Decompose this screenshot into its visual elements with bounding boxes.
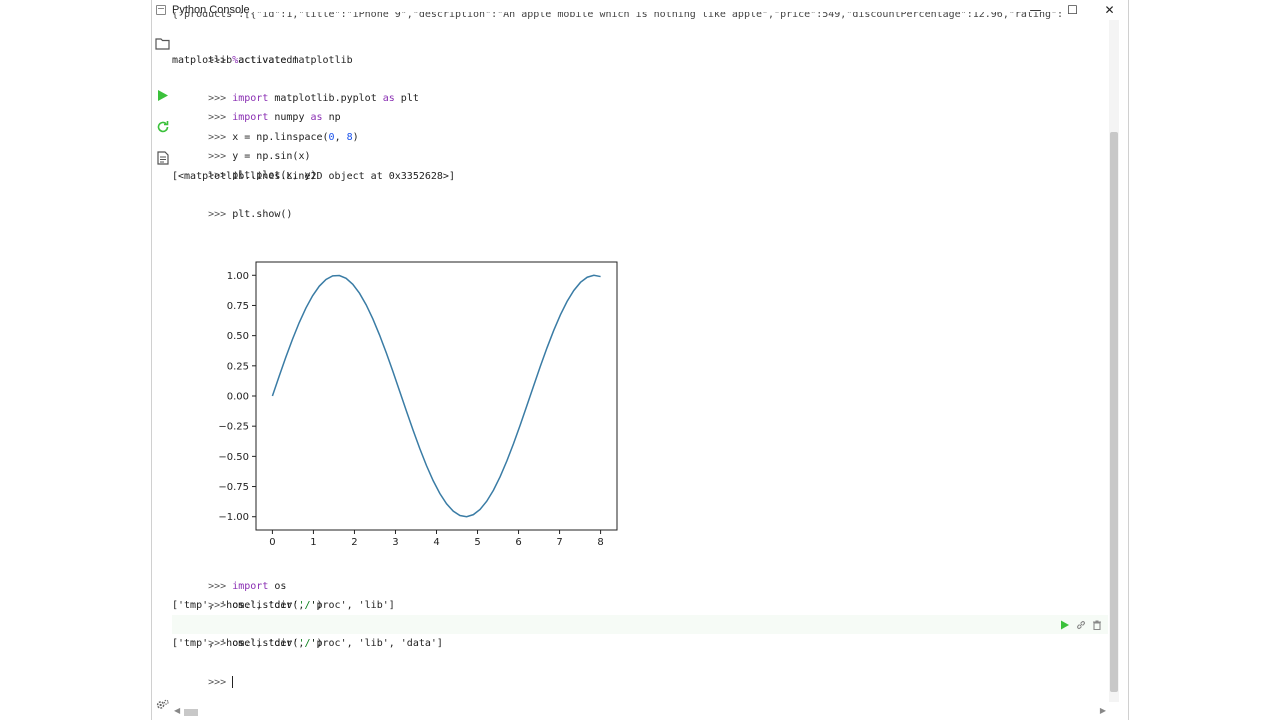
input-line[interactable]: >>> %activate matplotlib [172,32,1108,66]
x-tick-label: 5 [474,537,480,548]
current-input-line[interactable]: >>> [172,654,1108,688]
y-tick-label: −1.00 [218,512,249,523]
y-tick-label: 0.75 [227,301,249,312]
code-text: plt.show() [232,209,293,220]
input-line[interactable]: >>> y = np.sin(x) [172,128,1108,162]
console-output[interactable]: {"products":[{"id":1,"title":"iPhone 9",… [172,12,1108,702]
x-tick-label: 4 [433,537,439,548]
output-line: [<matplotlib.lines.Line2D object at 0x33… [172,171,455,182]
y-tick-label: −0.75 [218,482,249,493]
python-console-window: Python Console — ☐ ✕ {"products":[{"id":… [151,0,1129,720]
text-cursor [232,676,234,688]
horizontal-scrollbar[interactable]: ◀ ▶ [172,706,1108,718]
input-line[interactable]: >>> x = np.linspace(0, 8) [172,109,1108,143]
scroll-right-arrow[interactable]: ▶ [1100,706,1106,715]
row-tools [1092,35,1102,45]
prompt-marker: >>> [208,677,227,688]
input-line[interactable]: >>> import numpy as np [172,89,1108,123]
delete-icon[interactable] [1092,618,1102,631]
link-icon[interactable] [1076,618,1086,629]
run-line-icon[interactable] [1092,35,1102,45]
rerun-icon[interactable] [155,119,170,134]
console-toolbar [152,20,172,720]
sine-chart: 0 1 2 3 4 5 6 7 8 1.00 0.75 0.50 0.25 0.00 −0.25 −0.50 −… [218,261,618,548]
horizontal-scroll-thumb[interactable] [184,709,198,716]
y-tick-label: −0.25 [218,422,249,433]
console-app-icon [156,5,166,15]
input-line[interactable]: >>> import matplotlib.pyplot as plt [172,70,1108,104]
vertical-scrollbar[interactable] [1109,20,1119,702]
input-line[interactable]: >>> os.listdir('/') [172,615,1108,649]
row-tools [1060,618,1102,631]
input-line[interactable]: >>> plt.plot(x, y) [172,147,1108,181]
prompt-marker: >>> [208,209,227,220]
settings-icon[interactable] [155,697,170,712]
run-line-icon[interactable] [1060,618,1070,630]
output-line: ['tmp', 'home', 'dev', 'proc', 'lib', 'd… [172,638,443,649]
matplotlib-figure: 0 1 2 3 4 5 6 7 8 1.00 0.75 0.50 0.25 0.00 −0.25 −0.50 −… [192,247,622,552]
y-tick-label: 0.25 [227,361,249,372]
input-line[interactable]: >>> import os [172,558,1108,592]
vertical-scroll-thumb[interactable] [1110,132,1118,692]
input-line[interactable]: >>> os.listdir('/') [172,577,1108,611]
output-line: {"products":[{"id":1,"title":"iPhone 9",… [172,12,1064,20]
y-tick-label: 0.00 [227,392,249,403]
x-tick-label: 6 [515,537,521,548]
folder-icon[interactable] [155,36,170,51]
y-tick-label: 0.50 [227,331,249,342]
x-tick-label: 2 [351,537,357,548]
plot-axes-frame [255,261,618,531]
x-tick-label: 8 [597,537,603,548]
y-tick-label: 1.00 [227,271,249,282]
x-tick-label: 1 [310,537,316,548]
output-line: matplotlib activated! [172,55,299,66]
output-line: ['tmp', 'home', 'dev', 'proc', 'lib'] [172,600,395,611]
input-line[interactable]: >>> plt.show() [172,186,1108,220]
document-icon[interactable] [155,150,170,165]
scroll-left-arrow[interactable]: ◀ [174,706,180,715]
run-icon[interactable] [155,88,170,103]
y-tick-label: −0.50 [218,452,249,463]
x-tick-label: 3 [392,537,398,548]
x-tick-label: 7 [556,537,562,548]
x-tick-label: 0 [269,537,275,548]
